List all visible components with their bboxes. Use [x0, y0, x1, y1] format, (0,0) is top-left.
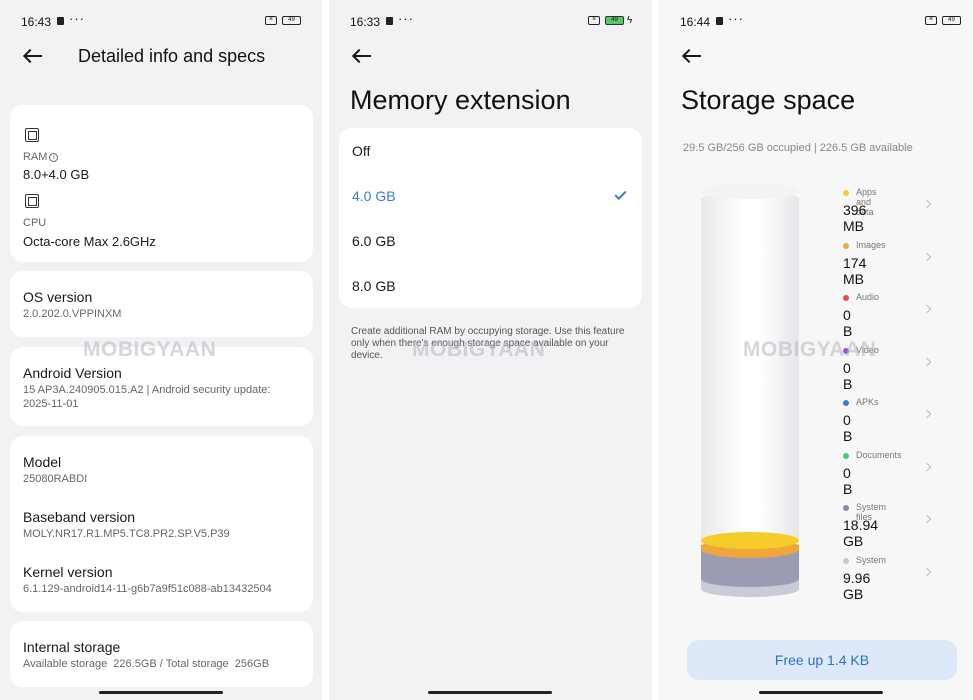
- category-color-dot: [843, 557, 849, 564]
- chevron-right-icon: [922, 462, 932, 471]
- chevron-right-icon: [922, 567, 932, 576]
- more-notifications-icon: ···: [398, 11, 414, 26]
- battery-icon: 49: [282, 16, 301, 25]
- option-off[interactable]: Off: [352, 143, 370, 159]
- page-title: Memory extension: [350, 85, 571, 115]
- android-version-label: Android Version: [23, 365, 122, 381]
- internal-storage-card[interactable]: Internal storage Available storage 226.5…: [10, 621, 313, 687]
- category-size: 0 B: [843, 464, 853, 497]
- chevron-right-icon: [922, 514, 932, 524]
- home-indicator[interactable]: [759, 691, 883, 694]
- kernel-value: 6.1.129-android14-11-g6b7a9f51c088-ab134…: [23, 583, 272, 595]
- baseband-value: MOLY.NR17.R1.MP5.TC8.PR2.SP.V5.P39: [23, 528, 230, 540]
- specs-screen: 16:43 ··· × 49 Detailed info and specs R…: [0, 0, 322, 700]
- cpu-chip-icon: [25, 194, 39, 208]
- watermark-logo: MOBIGYAAN: [412, 338, 546, 361]
- lock-icon: [386, 17, 393, 25]
- more-notifications-icon: ···: [69, 11, 85, 26]
- charging-bolt-icon: ϟ: [627, 15, 633, 26]
- kernel-label: Kernel version: [23, 564, 113, 580]
- option-4gb[interactable]: 4.0 GB: [352, 188, 396, 204]
- status-time: 16:33: [350, 15, 381, 29]
- category-size: 18.94 GB: [843, 517, 879, 549]
- no-sim-icon: ×: [925, 16, 937, 25]
- baseband-label: Baseband version: [23, 509, 136, 525]
- watermark-logo: MOBIGYAAN: [83, 338, 217, 361]
- battery-icon: 49: [942, 16, 961, 25]
- category-label: Audio: [856, 292, 880, 302]
- back-arrow-icon[interactable]: [352, 49, 372, 63]
- free-up-button[interactable]: Free up 1.4 KB: [687, 640, 957, 680]
- storage-summary: 29.5 GB/256 GB occupied | 226.5 GB avail…: [683, 142, 913, 154]
- no-sim-icon: ×: [588, 16, 600, 25]
- category-size: 0 B: [843, 412, 853, 444]
- chevron-right-icon: [922, 357, 932, 366]
- status-time: 16:43: [21, 15, 52, 29]
- category-color-dot: [843, 242, 849, 249]
- page-title: Storage space: [681, 85, 856, 115]
- model-label: Model: [23, 454, 62, 470]
- segment-apps-and-data: [701, 532, 799, 549]
- no-sim-icon: ×: [265, 16, 277, 25]
- memory-extension-screen: 16:33 ··· × 49 ϟ Memory extension Off 4.…: [329, 0, 652, 700]
- back-arrow-icon[interactable]: [23, 49, 43, 63]
- category-color-dot: [843, 190, 849, 196]
- option-8gb[interactable]: 8.0 GB: [352, 278, 396, 294]
- storage-cylinder-graphic: [701, 183, 799, 605]
- category-label: Documents: [856, 449, 902, 460]
- category-color-dot: [843, 295, 849, 301]
- category-color-dot: [843, 400, 849, 406]
- lock-icon: [57, 17, 64, 25]
- memory-options-card: Off 4.0 GB 6.0 GB 8.0 GB: [339, 128, 642, 308]
- ram-value: 8.0+4.0 GB: [23, 167, 90, 182]
- internal-storage-label: Internal storage: [23, 639, 121, 655]
- chevron-right-icon: [922, 199, 932, 209]
- battery-charging-icon: 49: [605, 16, 624, 25]
- home-indicator[interactable]: [99, 691, 223, 694]
- checkmark-icon: [614, 187, 627, 201]
- android-version-value: 15 AP3A.240905.015.A2 | Android security…: [23, 384, 271, 410]
- category-size: 174 MB: [843, 254, 867, 287]
- cylinder-top: [701, 183, 799, 199]
- category-color-dot: [843, 452, 849, 459]
- device-details-card: Model 25080RABDI Baseband version MOLY.N…: [10, 436, 313, 612]
- option-6gb[interactable]: 6.0 GB: [352, 233, 396, 249]
- page-title: Detailed info and specs: [78, 46, 266, 66]
- more-notifications-icon: ···: [728, 11, 744, 26]
- cpu-value: Octa-core Max 2.6GHz: [23, 234, 156, 249]
- storage-space-screen: 16:44 ··· × 49 Storage space 29.5 GB/256…: [659, 0, 973, 700]
- category-label: Images: [856, 239, 886, 250]
- os-version-value: 2.0.202.0.VPPINXM: [23, 308, 122, 320]
- ram-label-text: RAM: [23, 151, 48, 163]
- watermark-logo: MOBIGYAAN: [743, 338, 877, 361]
- category-color-dot: [843, 505, 849, 511]
- model-value: 25080RABDI: [23, 473, 88, 485]
- category-label: APKs: [856, 397, 879, 407]
- status-bar: 16:33 ··· × 49 ϟ: [329, 11, 652, 30]
- os-version-card[interactable]: OS version 2.0.202.0.VPPINXM: [10, 271, 313, 337]
- chevron-right-icon: [922, 304, 932, 314]
- category-size: 0 B: [843, 307, 853, 339]
- status-bar: 16:44 ··· × 49: [659, 11, 973, 30]
- status-bar: 16:43 ··· × 49: [0, 11, 322, 30]
- ram-label: RAM i: [23, 151, 59, 163]
- info-icon[interactable]: i: [49, 153, 59, 162]
- chevron-right-icon: [922, 409, 932, 419]
- chevron-right-icon: [922, 252, 932, 261]
- home-indicator[interactable]: [428, 691, 552, 694]
- internal-storage-value: Available storage 226.5GB / Total storag…: [23, 658, 270, 670]
- memory-chip-icon: [25, 128, 39, 142]
- category-size: 396 MB: [843, 202, 867, 234]
- status-time: 16:44: [680, 15, 711, 29]
- category-size: 9.96 GB: [843, 569, 871, 602]
- category-label: System: [856, 554, 887, 565]
- back-arrow-icon[interactable]: [682, 49, 702, 63]
- lock-icon: [716, 17, 723, 25]
- cpu-label: CPU: [23, 217, 47, 229]
- hardware-card: RAM i 8.0+4.0 GB CPU Octa-core Max 2.6GHz: [10, 105, 313, 262]
- os-version-label: OS version: [23, 289, 93, 305]
- category-size: 0 B: [843, 359, 853, 392]
